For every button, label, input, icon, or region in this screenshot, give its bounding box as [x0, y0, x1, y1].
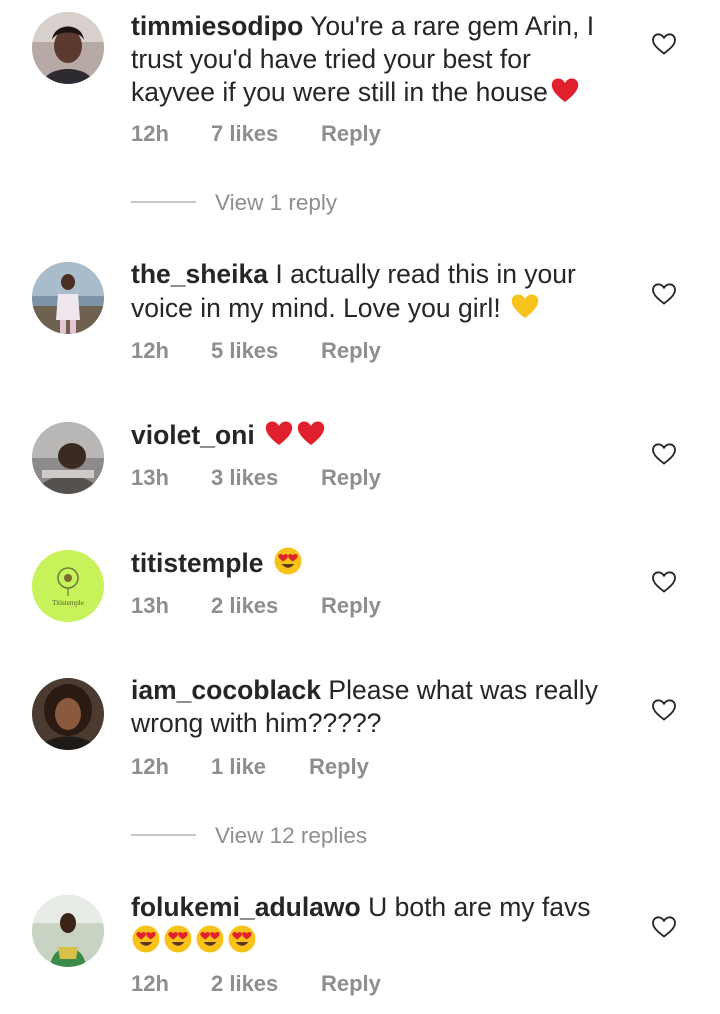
heart-outline-icon [652, 916, 676, 938]
reply-button[interactable]: Reply [321, 970, 381, 998]
reply-button[interactable]: Reply [321, 337, 381, 365]
yellow-heart-icon [510, 291, 540, 321]
view-replies-label: View 1 reply [215, 190, 338, 215]
comment-time: 13h [131, 465, 169, 490]
avatar[interactable] [32, 12, 104, 84]
divider-line [131, 834, 196, 836]
comment-username[interactable]: the_sheika [131, 259, 268, 289]
like-button[interactable] [651, 32, 677, 56]
comment-time: 13h [131, 593, 169, 618]
likes-count[interactable]: 3 likes [211, 464, 278, 492]
comment-username[interactable]: timmiesodipo [131, 11, 303, 41]
comment-username[interactable]: violet_oni [131, 420, 255, 450]
heart-eyes-icon [163, 924, 193, 954]
reply-button[interactable]: Reply [321, 464, 381, 492]
likes-count[interactable]: 2 likes [211, 970, 278, 998]
reply-button[interactable]: Reply [309, 753, 369, 781]
heart-eyes-icon [227, 924, 257, 954]
likes-count[interactable]: 7 likes [211, 120, 278, 148]
reply-button[interactable]: Reply [321, 120, 381, 148]
like-button[interactable] [651, 570, 677, 594]
red-heart-icon [264, 418, 294, 448]
comment-time: 12h [131, 971, 169, 996]
heart-outline-icon [652, 443, 676, 465]
comment-text: violet_oni [131, 418, 621, 452]
red-heart-icon [550, 75, 580, 105]
heart-outline-icon [652, 699, 676, 721]
avatar[interactable] [32, 262, 104, 334]
likes-count[interactable]: 5 likes [211, 337, 278, 365]
reply-button[interactable]: Reply [321, 592, 381, 620]
heart-outline-icon [652, 283, 676, 305]
avatar[interactable] [32, 678, 104, 750]
heart-outline-icon [652, 571, 676, 593]
like-button[interactable] [651, 282, 677, 306]
comment-username[interactable]: iam_cocoblack [131, 675, 321, 705]
heart-outline-icon [652, 33, 676, 55]
likes-count[interactable]: 1 like [211, 753, 266, 781]
comment-text: titistemple [131, 546, 621, 580]
heart-eyes-icon [195, 924, 225, 954]
comment-text: iam_cocoblack Please what was really wro… [131, 674, 621, 739]
comment-text: folukemi_adulawo U both are my favs [131, 891, 621, 957]
avatar[interactable] [32, 895, 104, 967]
comment-time: 12h [131, 754, 169, 779]
comment-body: U both are my favs [368, 892, 591, 922]
like-button[interactable] [651, 698, 677, 722]
comment-time: 12h [131, 121, 169, 146]
avatar[interactable] [32, 422, 104, 494]
view-replies-label: View 12 replies [215, 823, 368, 848]
avatar[interactable]: Titistemple [32, 550, 104, 622]
heart-eyes-icon [273, 546, 303, 576]
red-heart-icon [296, 418, 326, 448]
divider-line [131, 201, 196, 203]
comment-text: the_sheika I actually read this in your … [131, 258, 621, 324]
comment-text: timmiesodipo You're a rare gem Arin, I t… [131, 10, 621, 109]
comment-username[interactable]: titistemple [131, 548, 264, 578]
like-button[interactable] [651, 442, 677, 466]
avatar-label: Titistemple [52, 599, 84, 607]
comment-time: 12h [131, 338, 169, 363]
like-button[interactable] [651, 915, 677, 939]
comment-username[interactable]: folukemi_adulawo [131, 892, 361, 922]
likes-count[interactable]: 2 likes [211, 592, 278, 620]
heart-eyes-icon [131, 924, 161, 954]
